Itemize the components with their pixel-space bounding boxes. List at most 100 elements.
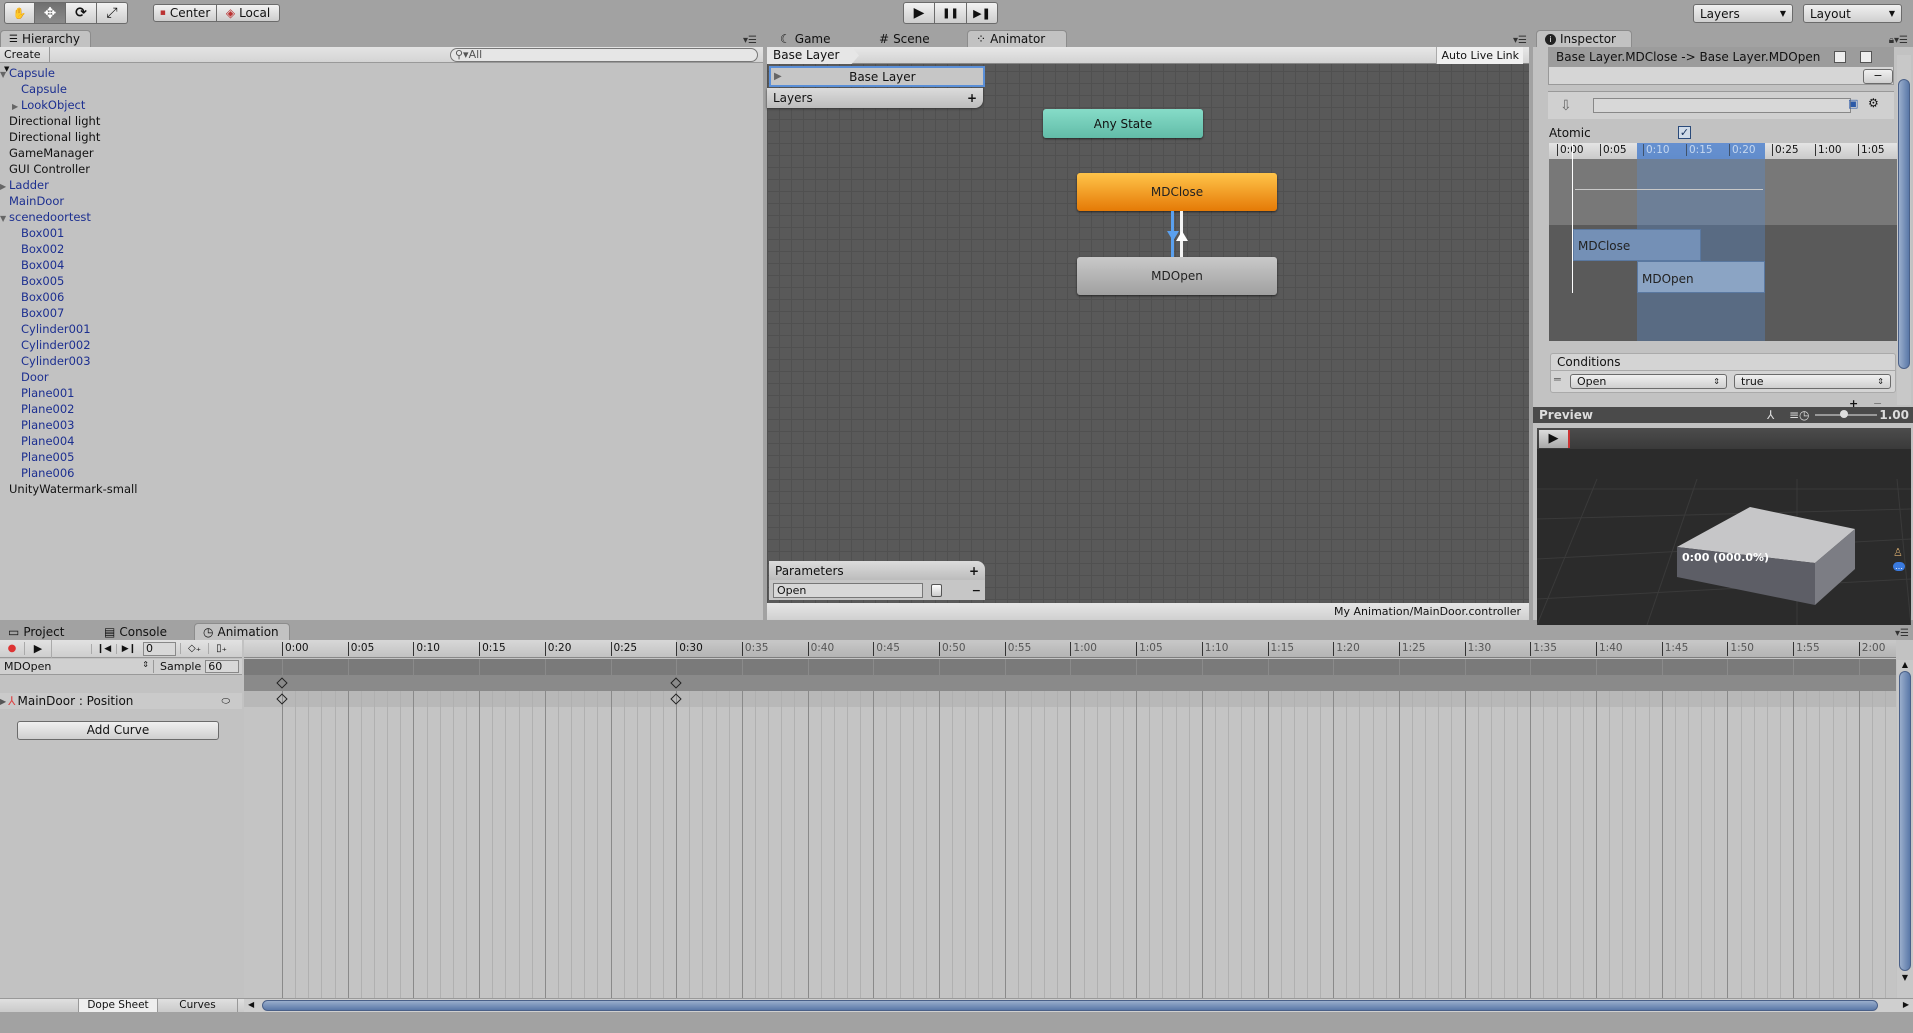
hierarchy-item[interactable]: Box006 [12, 289, 64, 305]
hierarchy-item[interactable]: Plane001 [12, 385, 75, 401]
hand-tool-button[interactable]: ✋ [4, 2, 35, 24]
scrollbar-thumb[interactable] [1899, 671, 1911, 971]
hierarchy-item[interactable]: Cylinder002 [12, 337, 91, 353]
rotate-tool-button[interactable]: ⟳ [66, 2, 97, 24]
avatar-icon[interactable]: ♙ [1893, 546, 1903, 559]
hierarchy-item[interactable]: Cylinder003 [12, 353, 91, 369]
gear-icon[interactable]: ⚙ [1868, 96, 1879, 110]
inspector-scrollbar[interactable] [1897, 55, 1911, 405]
create-dropdown[interactable]: Create ▼ [0, 47, 50, 73]
tab-animator[interactable]: ⁘ Animator [967, 30, 1067, 47]
drag-handle-icon[interactable]: ═ [1554, 373, 1561, 386]
timeline-ruler[interactable]: 0:00 0:05 0:10 0:15 0:20 0:25 0:30 0:35 0:40 0:45… [244, 640, 1896, 658]
add-keyframe-button[interactable]: ◇₊ [180, 643, 208, 654]
panel-menu-icon[interactable]: ▾☰ [743, 35, 757, 46]
step-button[interactable]: ▶❚ [967, 2, 998, 24]
property-row[interactable]: ▶ ⅄ MainDoor : Position ⬭ [0, 693, 242, 709]
next-key-button[interactable]: ▶❙ [116, 643, 141, 654]
expand-arrow-icon[interactable]: ▼ [0, 67, 9, 83]
move-tool-button[interactable]: ✥ [35, 2, 66, 24]
hierarchy-search-input[interactable]: ⚲▾All [450, 48, 758, 62]
solo-checkbox[interactable] [1834, 51, 1847, 63]
speed-slider-thumb[interactable] [1840, 410, 1848, 418]
scroll-up-icon[interactable]: ▲ [1897, 660, 1913, 669]
lock-icon[interactable]: 🔒︎▾☰ [1889, 35, 1908, 46]
add-curve-button[interactable]: Add Curve [17, 721, 219, 740]
scrollbar-thumb[interactable] [1898, 79, 1910, 369]
breadcrumb[interactable]: Base Layer [767, 47, 859, 64]
dopesheet-area[interactable]: 0:00 0:05 0:10 0:15 0:20 0:25 0:30 0:35 0:40 0:45… [244, 640, 1896, 998]
scale-tool-button[interactable]: ⤢ [97, 2, 128, 24]
more-icon[interactable]: … [1893, 562, 1905, 571]
hierarchy-item[interactable]: MainDoor [0, 193, 64, 209]
hierarchy-item[interactable]: Directional light [0, 113, 100, 129]
parameter-name-field[interactable]: Open [773, 582, 923, 598]
tab-project[interactable]: ▭ Project [0, 623, 72, 640]
hierarchy-item[interactable]: Plane003 [12, 417, 75, 433]
hierarchy-item[interactable]: Plane005 [12, 449, 75, 465]
layout-dropdown[interactable]: Layout ▼ [1803, 4, 1902, 23]
panel-menu-icon[interactable]: ▾☰ [1895, 628, 1909, 639]
tab-console[interactable]: ▤ Console [96, 623, 175, 640]
hierarchy-item[interactable]: Cylinder001 [12, 321, 91, 337]
frame-field[interactable]: 0 [143, 641, 176, 656]
pivot-local-button[interactable]: ◈ Local [217, 4, 280, 22]
hierarchy-item[interactable]: ▼ scenedoortest [0, 209, 91, 225]
hierarchy-item[interactable]: Box004 [12, 257, 64, 273]
hierarchy-item[interactable]: Door [12, 369, 49, 385]
hierarchy-item[interactable]: ▶ LookObject [12, 97, 85, 113]
hierarchy-item[interactable]: GameManager [0, 145, 94, 161]
play-button[interactable]: ▶ [903, 2, 935, 24]
add-parameter-button[interactable]: + [969, 564, 979, 578]
condition-value-dropdown[interactable]: true ⇕ [1734, 374, 1891, 389]
playhead[interactable] [1572, 143, 1573, 293]
state-mdopen[interactable]: MDOpen [1077, 257, 1277, 295]
scroll-down-icon[interactable]: ▼ [1897, 973, 1913, 982]
expand-arrow-icon[interactable]: ▶ [0, 697, 6, 706]
panel-menu-icon[interactable]: ▾☰ [1513, 35, 1527, 46]
pause-button[interactable]: ❚❚ [935, 2, 967, 24]
parameter-open-checkbox[interactable] [931, 583, 942, 597]
mute-checkbox[interactable] [1860, 51, 1873, 63]
preview-viewport[interactable]: ▶ 0:00 (000.0%) ♙ … [1537, 428, 1911, 625]
atomic-checkbox[interactable]: ✓ [1678, 126, 1691, 139]
sample-field[interactable]: 60 [205, 660, 240, 673]
help-icon[interactable]: ▣ [1848, 97, 1858, 110]
tab-hierarchy[interactable]: ☰ Hierarchy [0, 30, 91, 47]
condition-parameter-dropdown[interactable]: Open ⇕ [1570, 374, 1727, 389]
add-layer-button[interactable]: + [967, 91, 977, 105]
hierarchy-item[interactable]: GUI Controller [0, 161, 90, 177]
pivot-preview-icon[interactable]: ⅄ [1767, 407, 1774, 423]
remove-transition-button[interactable]: − [1863, 69, 1893, 84]
scroll-right-icon[interactable]: ▶ [1903, 1000, 1909, 1009]
dopesheet-vscrollbar[interactable]: ▲ ▼ [1897, 660, 1913, 998]
tab-game[interactable]: ☾ Game [772, 30, 839, 47]
hierarchy-item[interactable]: UnityWatermark-small [0, 481, 137, 497]
hierarchy-item[interactable]: ▶ Ladder [0, 177, 49, 193]
hierarchy-item[interactable]: Plane004 [12, 433, 75, 449]
hierarchy-item[interactable]: Directional light [0, 129, 100, 145]
prev-key-button[interactable]: ❙◀ [91, 643, 116, 654]
tab-inspector[interactable]: i Inspector [1536, 30, 1632, 47]
tab-animation[interactable]: ◷ Animation [194, 623, 290, 640]
curve-visibility-icon[interactable]: ⬭ [221, 696, 230, 707]
hierarchy-item[interactable]: Plane002 [12, 401, 75, 417]
play-anim-button[interactable]: ▶ [24, 642, 51, 655]
scroll-left-icon[interactable]: ◀ [248, 1000, 254, 1009]
transition-name-field[interactable] [1593, 98, 1851, 113]
layers-dropdown[interactable]: Layers ▼ [1693, 4, 1793, 23]
hierarchy-item[interactable]: Plane006 [12, 465, 75, 481]
hierarchy-item[interactable]: Box001 [12, 225, 64, 241]
expand-arrow-icon[interactable]: ▼ [0, 211, 9, 227]
auto-live-link-button[interactable]: Auto Live Link [1436, 47, 1523, 64]
hierarchy-item[interactable]: ▼ Capsule [0, 65, 55, 81]
clip-dropdown[interactable]: MDOpen ⇕ [0, 660, 154, 673]
state-mdclose[interactable]: MDClose [1077, 173, 1277, 211]
tab-scene[interactable]: # Scene [871, 30, 938, 47]
hierarchy-item[interactable]: Box007 [12, 305, 64, 321]
dope-sheet-tab[interactable]: Dope Sheet [78, 999, 158, 1012]
remove-parameter-button[interactable]: − [972, 584, 981, 597]
pivot-center-button[interactable]: ▪ Center [153, 4, 217, 22]
hierarchy-item[interactable]: Box002 [12, 241, 64, 257]
speed-icon[interactable]: ≡◷ [1789, 407, 1810, 423]
